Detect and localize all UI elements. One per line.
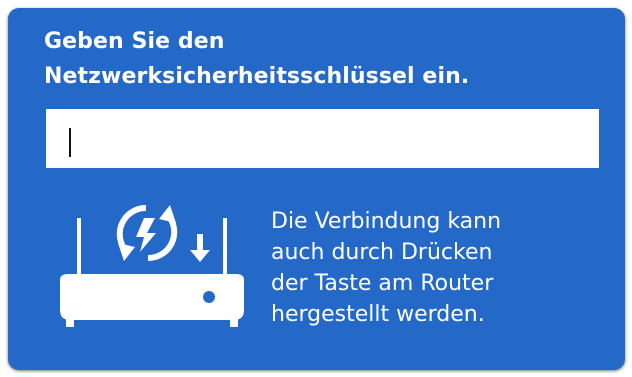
hint-line-1: Die Verbindung kann: [271, 209, 502, 234]
prompt-line-1: Geben Sie den: [44, 29, 225, 54]
network-key-prompt: Geben Sie den Netzwerksicherheitsschlüss…: [44, 24, 469, 94]
router-button-hint: Die Verbindung kann auch durch Drücken d…: [271, 206, 501, 330]
network-key-input[interactable]: [46, 109, 599, 168]
arrow-down-icon: [190, 234, 210, 262]
wps-router-icon: [60, 204, 244, 327]
hint-line-2: auch durch Drücken: [271, 240, 493, 265]
text-caret: [69, 128, 71, 157]
hint-line-4: hergestellt werden.: [271, 302, 485, 327]
wps-sync-icon: [116, 204, 178, 262]
network-key-dialog: Geben Sie den Netzwerksicherheitsschlüss…: [8, 8, 625, 370]
hint-line-3: der Taste am Router: [271, 271, 494, 296]
prompt-line-2: Netzwerksicherheitsschlüssel ein.: [44, 64, 470, 89]
